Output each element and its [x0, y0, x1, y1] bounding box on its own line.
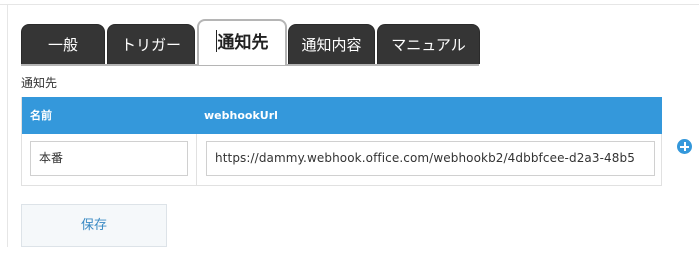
tab-destination[interactable]: 通知先	[197, 19, 287, 65]
text-caret	[215, 30, 217, 52]
table-header: 名前 webhookUrl	[22, 97, 662, 134]
name-field[interactable]: 本番	[30, 141, 188, 176]
destination-table: 名前 webhookUrl 本番 https://dammy.webhook.o…	[21, 97, 662, 186]
table-row: 本番 https://dammy.webhook.office.com/webh…	[22, 134, 662, 185]
save-button[interactable]: 保存	[21, 204, 167, 247]
add-row-icon[interactable]	[677, 139, 692, 154]
column-header-webhook-url: webhookUrl	[204, 109, 278, 122]
tab-manual[interactable]: マニュアル	[377, 24, 480, 64]
tab-general[interactable]: 一般	[21, 24, 105, 64]
tab-bar: 一般 トリガー 通知先 通知内容 マニュアル	[21, 19, 679, 65]
column-header-name: 名前	[30, 109, 52, 122]
section-title: 通知先	[21, 76, 58, 90]
webhook-url-field[interactable]: https://dammy.webhook.office.com/webhook…	[206, 141, 655, 176]
tab-destination-label: 通知先	[217, 33, 269, 53]
top-divider	[0, 4, 699, 5]
left-divider	[7, 5, 8, 247]
tab-trigger[interactable]: トリガー	[107, 24, 195, 64]
tab-content[interactable]: 通知内容	[288, 24, 375, 64]
